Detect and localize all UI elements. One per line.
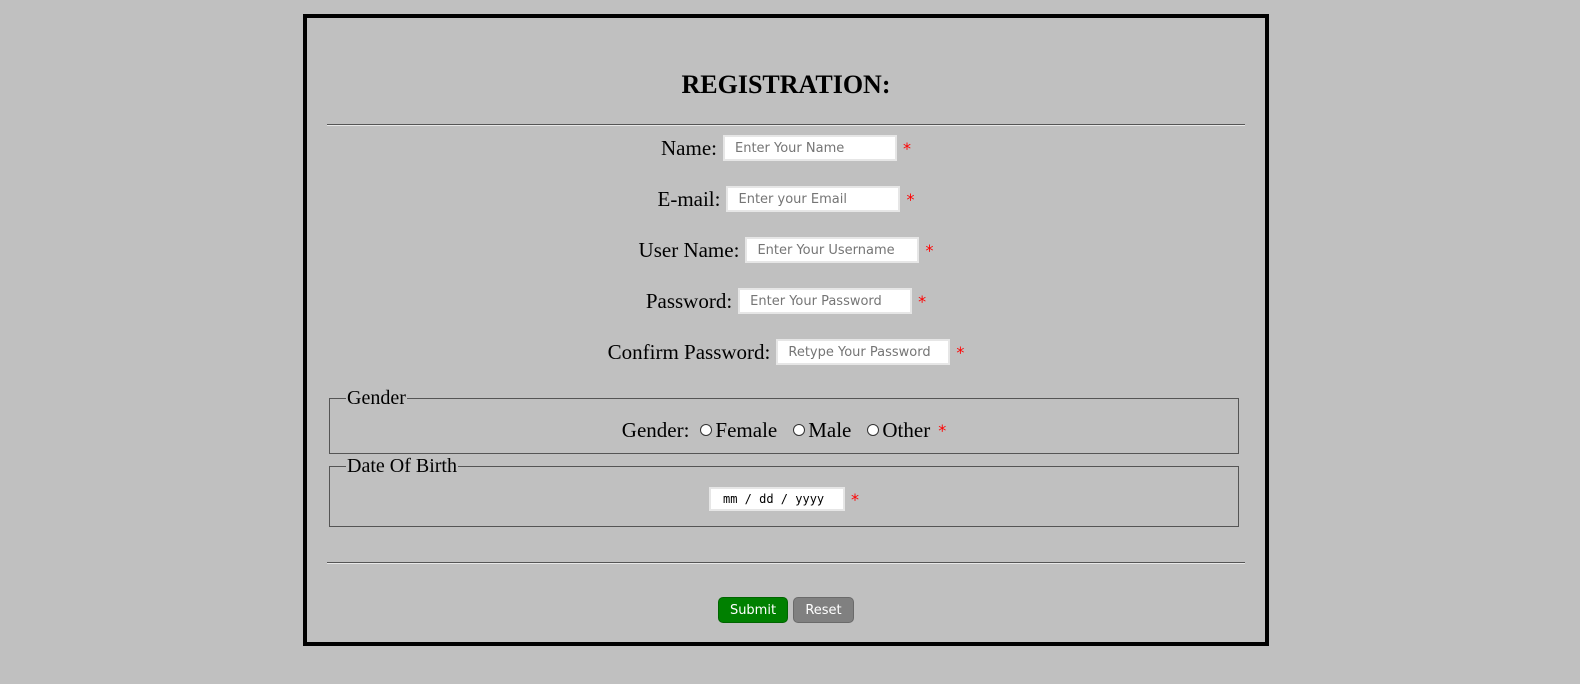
dob-input[interactable]: mm / dd / yyyy [709,487,845,511]
gender-other-label[interactable]: Other [882,418,930,443]
name-label: Name: [661,135,717,160]
bottom-divider [327,562,1245,564]
page-title: REGISTRATION: [681,70,891,99]
email-required-mark: * [906,189,915,209]
dob-required-mark: * [851,489,859,509]
registration-form: REGISTRATION: Name: * E-mail: * User Nam… [303,14,1269,646]
email-input[interactable] [726,186,901,212]
password-row: Password: * [307,286,1265,316]
gender-required-mark: * [938,420,947,440]
password-label: Password: [645,288,733,313]
button-row: Submit Reset [307,595,1265,625]
gender-other-radio[interactable] [867,424,880,436]
dob-legend: Date Of Birth [346,455,458,477]
name-row: Name: * [307,133,1265,163]
gender-legend: Gender [346,387,407,409]
dob-row: mm / dd / yyyy * [330,484,1238,514]
dob-placeholder: mm / dd / yyyy [723,492,825,506]
username-input[interactable] [745,237,920,263]
password-required-mark: * [918,291,927,311]
dob-fieldset: Date Of Birth mm / dd / yyyy * [329,455,1239,527]
gender-female-radio[interactable] [700,424,713,436]
confirm-password-row: Confirm Password: * [307,337,1265,367]
gender-female-label[interactable]: Female [715,418,777,443]
username-row: User Name: * [307,235,1265,265]
confirm-password-required-mark: * [956,342,965,362]
gender-male-radio[interactable] [793,424,806,436]
username-label: User Name: [638,237,740,262]
name-required-mark: * [902,138,911,158]
name-input[interactable] [722,135,897,161]
email-label: E-mail: [657,186,721,211]
confirm-password-label: Confirm Password: [607,339,771,364]
gender-fieldset: Gender Gender: Female Male Other * [329,387,1239,454]
reset-button[interactable]: Reset [793,597,854,623]
email-row: E-mail: * [307,184,1265,214]
confirm-password-input[interactable] [776,339,951,365]
submit-button[interactable]: Submit [718,597,788,623]
gender-male-label[interactable]: Male [808,418,851,443]
password-input[interactable] [738,288,913,314]
top-divider [327,124,1245,126]
gender-radio-group: Female Male Other [695,418,932,443]
gender-row: Gender: Female Male Other * [330,415,1238,445]
username-required-mark: * [925,240,934,260]
gender-label: Gender: [621,417,690,442]
